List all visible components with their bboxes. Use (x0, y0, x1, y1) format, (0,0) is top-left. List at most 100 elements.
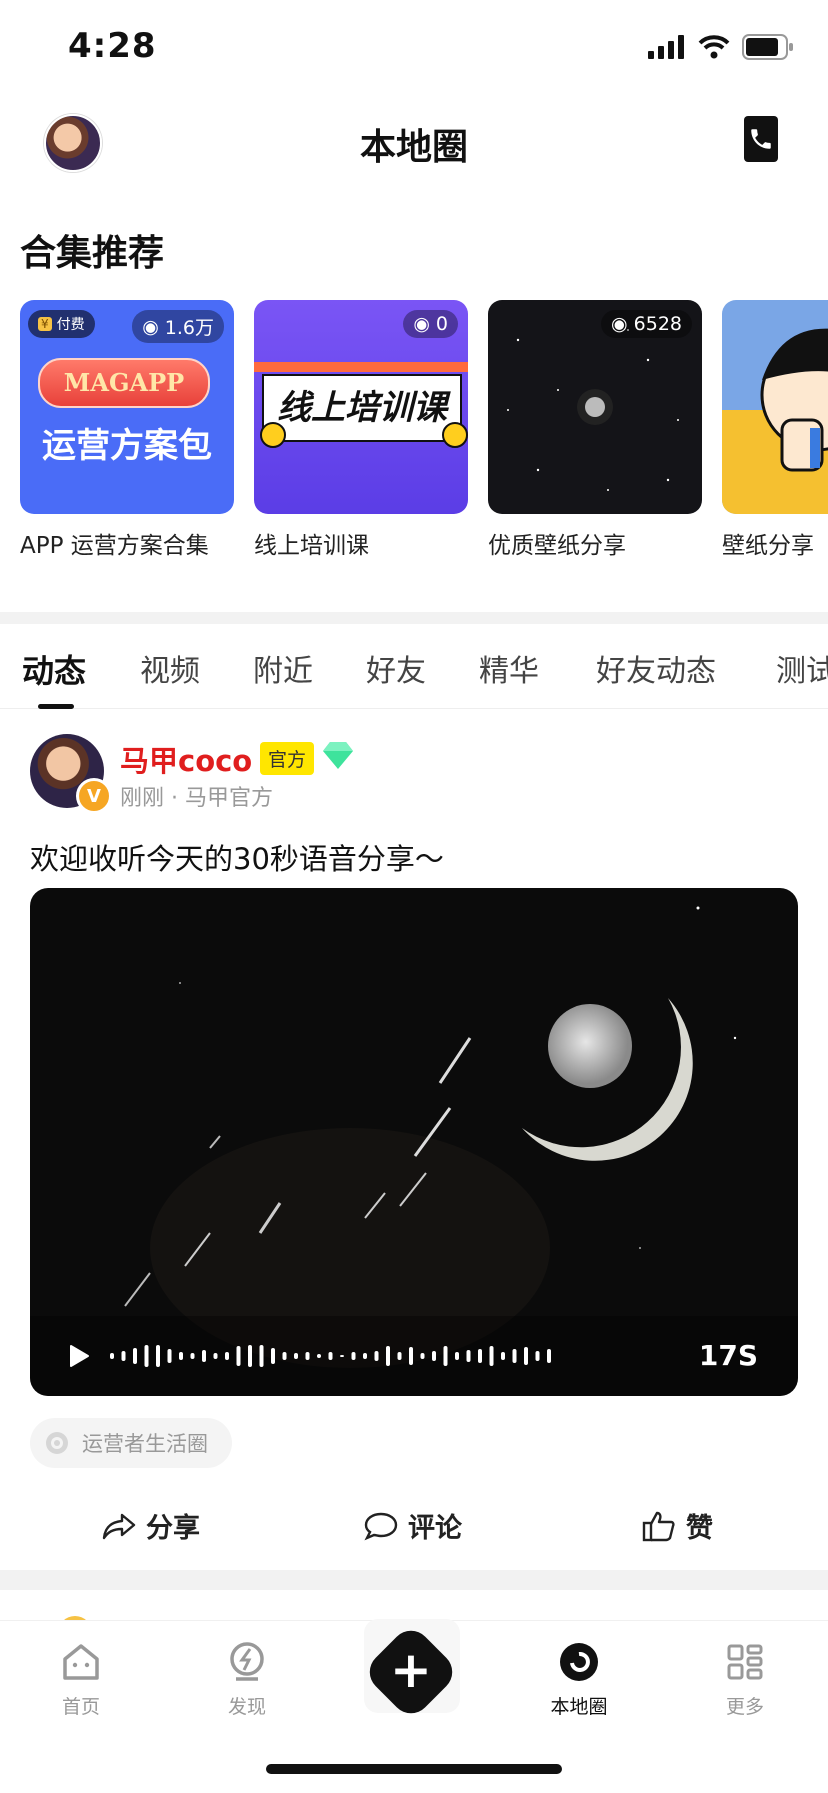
discover-icon (230, 1642, 264, 1681)
cover-text: 线上培训课 (262, 374, 462, 442)
status-icons (648, 34, 794, 60)
audio-duration: 17S (698, 1339, 758, 1372)
topic-label: 运营者生活圈 (82, 1432, 208, 1456)
collection-cover (722, 300, 828, 514)
waveform-bar (535, 1351, 540, 1361)
emoji-icon (442, 422, 468, 448)
collection-cover: ¥ 付费 ◉ 1.6万 MAGAPP 运营方案包 (20, 300, 234, 514)
verified-icon: V (76, 778, 112, 814)
waveform-bar (512, 1349, 517, 1363)
decor-dot (260, 422, 286, 448)
tab-featured[interactable]: 精华 (479, 646, 539, 690)
local-circle-icon (560, 1643, 598, 1681)
waveform-bar (547, 1349, 551, 1363)
battery-icon (742, 34, 793, 60)
comment-icon (364, 1512, 398, 1540)
page-title: 本地圈 (359, 127, 468, 168)
waveform-bar (248, 1345, 252, 1367)
nav-home[interactable]: 首页 (36, 1641, 126, 1719)
audio-post-media[interactable]: 17S (30, 888, 798, 1396)
post-text: 欢迎收听今天的30秒语音分享～ (30, 842, 444, 876)
post-divider (0, 1570, 828, 1590)
cover-text: 运营方案包 (42, 426, 212, 466)
waveform-bar (202, 1350, 206, 1362)
waveform-bar (190, 1353, 195, 1359)
waveform-bar (455, 1352, 459, 1360)
collection-carousel[interactable]: ¥ 付费 ◉ 1.6万 MAGAPP 运营方案包 APP 运营方案合集 ◉ 0 线上… (0, 300, 828, 560)
share-icon (102, 1513, 136, 1539)
play-icon[interactable] (68, 1344, 90, 1368)
view-count: ◉ 1.6万 (132, 310, 224, 343)
audio-player-bar: 17S (30, 1316, 798, 1396)
waveform-bar (524, 1347, 528, 1365)
collection-card[interactable]: ◉ 0 线上培训课 线上培训课 (254, 300, 468, 560)
waveform-bar (489, 1346, 494, 1366)
waveform-bar (501, 1352, 505, 1360)
tab-dynamic[interactable]: 动态 (22, 646, 86, 692)
waveform-bar (420, 1353, 425, 1359)
like-button[interactable]: 赞 (642, 1506, 713, 1545)
waveform-bar (328, 1352, 333, 1360)
tab-video[interactable]: 视频 (140, 646, 200, 690)
waveform-bar (271, 1348, 275, 1364)
waveform-bar (317, 1354, 321, 1358)
collection-card[interactable]: ¥ 付费 ◉ 1.6万 MAGAPP 运营方案包 APP 运营方案合集 (20, 300, 234, 560)
wifi-icon (698, 35, 730, 59)
tab-friends[interactable]: 好友 (366, 646, 426, 690)
tab-friend-feed[interactable]: 好友动态 (596, 646, 716, 690)
topic-tag[interactable]: 运营者生活圈 (30, 1418, 232, 1468)
waveform-bar (351, 1352, 356, 1360)
waveform-bar (374, 1351, 379, 1361)
feed-tabs: 动态 视频 附近 好友 精华 好友动态 测试 (0, 628, 828, 709)
waveform-bar (397, 1352, 402, 1360)
waveform-bar (121, 1351, 126, 1361)
collection-card[interactable]: ◉ 6528 优质壁纸分享 (488, 300, 702, 560)
home-indicator (266, 1764, 562, 1774)
signal-icon (648, 35, 684, 59)
nav-discover[interactable]: 发现 (202, 1641, 292, 1719)
share-button[interactable]: 分享 (102, 1506, 200, 1545)
author-name[interactable]: 马甲coco (120, 738, 252, 780)
post-actions: 分享 评论 赞 (0, 1490, 828, 1566)
waveform-bar (236, 1346, 241, 1366)
collection-label: 线上培训课 (254, 533, 369, 559)
eye-icon: ◉ (413, 313, 430, 335)
waveform-bar (259, 1345, 264, 1367)
thumbs-up-icon (642, 1511, 675, 1541)
collection-label: APP 运营方案合集 (20, 533, 209, 559)
collection-cover: ◉ 6528 (488, 300, 702, 514)
post-meta: 刚刚 · 马甲官方 (120, 786, 273, 811)
waveform-bar (478, 1349, 482, 1363)
home-icon (63, 1644, 99, 1680)
waveform-bar (167, 1349, 172, 1363)
collection-label: 壁纸分享 (722, 533, 814, 559)
official-badge: 官方 (260, 742, 315, 775)
view-count: ◉ 6528 (601, 310, 692, 338)
section-title-collections: 合集推荐 (20, 233, 165, 274)
tab-nearby[interactable]: 附近 (253, 646, 313, 690)
collection-cover: ◉ 0 线上培训课 (254, 300, 468, 514)
comment-button[interactable]: 评论 (364, 1506, 462, 1545)
waveform-bar (282, 1352, 287, 1360)
waveform-bar (340, 1355, 344, 1357)
section-divider (0, 612, 828, 624)
cartoon-image (722, 328, 828, 514)
tab-test[interactable]: 测试 (776, 646, 828, 690)
waveform-bar (305, 1352, 310, 1360)
yen-icon: ¥ (38, 317, 52, 331)
view-count: ◉ 0 (403, 310, 458, 338)
decor-stripe (254, 362, 468, 372)
waveform-bar (179, 1352, 183, 1360)
nav-local-circle[interactable]: 本地圈 (534, 1641, 624, 1719)
grid-icon (727, 1644, 763, 1680)
waveform-bar (443, 1346, 448, 1366)
collection-card[interactable]: 壁纸分享 (722, 300, 828, 560)
waveform-bar (144, 1345, 149, 1367)
waveform-bar (156, 1345, 160, 1367)
eye-icon: ◉ (142, 315, 159, 338)
waveform-bar (363, 1353, 367, 1359)
phone-icon[interactable] (744, 116, 778, 162)
waveform-bar (213, 1353, 218, 1359)
waveform-bar (386, 1346, 390, 1366)
nav-more[interactable]: 更多 (700, 1641, 790, 1719)
